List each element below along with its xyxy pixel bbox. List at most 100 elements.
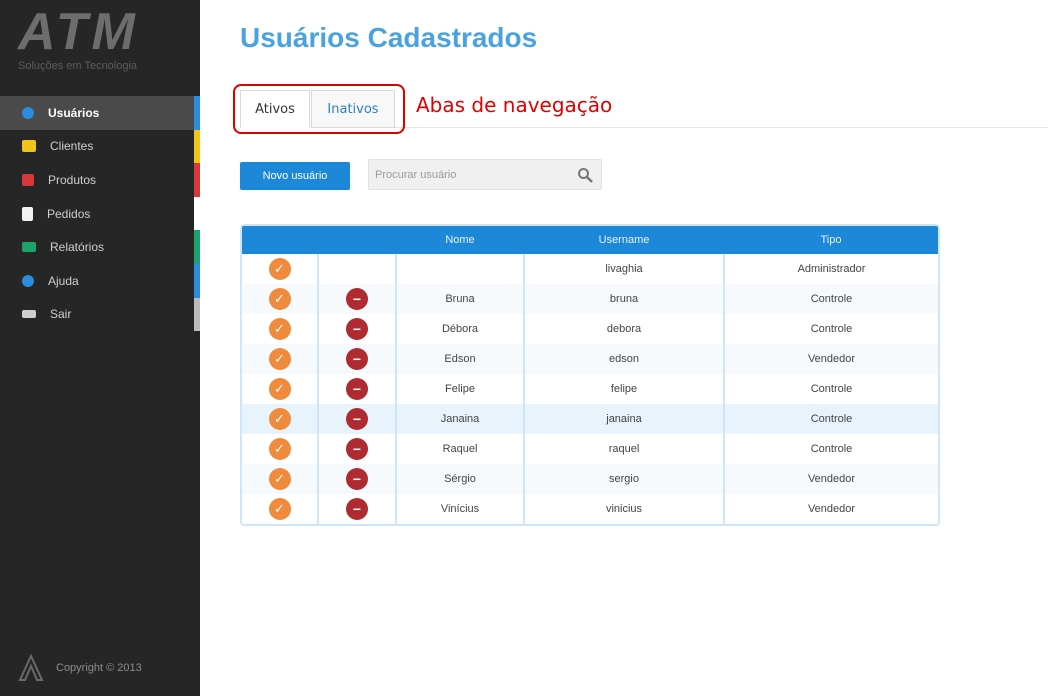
cell-username: bruna [523,284,724,314]
cell-nome: Débora [395,314,524,344]
table-row: ✓ − Raquel raquel Controle [242,434,938,464]
table-row: ✓ − Felipe felipe Controle [242,374,938,404]
chart-icon [22,242,36,253]
sidebar-item-label: Sair [50,307,72,322]
cell-username: edson [523,344,724,374]
remove-cell [317,254,396,284]
remove-icon[interactable]: − [346,498,368,520]
cell-tipo: Vendedor [723,494,938,524]
edit-icon[interactable]: ✓ [268,408,291,430]
remove-icon[interactable]: − [346,468,368,490]
edit-cell: ✓ [242,374,318,404]
cell-nome: Raquel [395,434,524,464]
sidebar-item-ajuda[interactable]: Ajuda [0,263,200,298]
edit-icon[interactable]: ✓ [268,468,291,490]
cell-tipo: Controle [723,284,938,314]
copyright-text: Copyright © 2013 [56,662,142,674]
search-input[interactable] [369,160,559,189]
remove-cell: − [317,314,396,344]
edit-icon[interactable]: ✓ [268,258,291,280]
sidebar-item-clientes[interactable]: Clientes [0,129,200,164]
edit-icon[interactable]: ✓ [268,288,291,310]
cell-username: vinicius [523,494,724,524]
sidebar-item-produtos[interactable]: Produtos [0,163,200,197]
cell-nome: Vinícius [395,494,524,524]
brand-small-icon [18,654,44,681]
edit-icon[interactable]: ✓ [268,348,291,370]
edit-cell: ✓ [242,494,318,524]
new-user-button[interactable]: Novo usuário [240,162,350,190]
cell-nome: Bruna [395,284,524,314]
remove-icon[interactable]: − [346,318,368,340]
sidebar-item-label: Pedidos [47,206,91,221]
cell-tipo: Vendedor [723,344,938,374]
remove-cell: − [317,434,396,464]
cell-nome: Janaina [395,404,524,434]
remove-icon[interactable]: − [346,288,368,310]
search-box [368,159,602,190]
table-row: ✓ − Sérgio sergio Vendedor [242,464,938,494]
remove-cell: − [317,374,396,404]
cell-tipo: Controle [723,434,938,464]
edit-icon[interactable]: ✓ [268,438,291,460]
sidebar-item-strip [194,163,200,197]
remove-icon[interactable]: − [346,348,368,370]
cell-tipo: Controle [723,404,938,434]
sidebar: ATM Soluções em Tecnologia Usuários Clie… [0,0,200,696]
remove-cell: − [317,404,396,434]
cell-nome [395,254,524,284]
table-header-row: Nome Username Tipo [242,226,938,254]
table-row: ✓ − Bruna bruna Controle [242,284,938,314]
sidebar-item-label: Ajuda [48,273,79,288]
remove-icon[interactable]: − [346,408,368,430]
sidebar-item-strip [194,96,200,130]
brand-subtitle: Soluções em Tecnologia [18,60,138,72]
header-username[interactable]: Username [524,226,724,254]
sidebar-item-sair[interactable]: Sair [0,297,200,332]
header-remove [318,226,396,254]
cell-nome: Felipe [395,374,524,404]
cell-username: sergio [523,464,724,494]
header-tipo[interactable]: Tipo [724,226,938,254]
sidebar-nav: Usuários Clientes Produtos Pedidos Relat… [0,96,200,332]
remove-cell: − [317,344,396,374]
brand-mark: ATM [18,3,139,61]
remove-cell: − [317,284,396,314]
sidebar-item-usuarios[interactable]: Usuários [0,96,200,130]
remove-icon[interactable]: − [346,438,368,460]
edit-cell: ✓ [242,404,318,434]
remove-icon[interactable]: − [346,378,368,400]
table-row: ✓ − Janaina janaina Controle [242,404,938,434]
edit-cell: ✓ [242,464,318,494]
sidebar-item-label: Usuários [48,105,100,120]
search-icon[interactable] [577,167,593,183]
remove-cell: − [317,494,396,524]
cell-username: livaghia [523,254,724,284]
sidebar-item-strip [194,263,200,298]
sidebar-item-strip [194,129,200,164]
sidebar-item-relatorios[interactable]: Relatórios [0,230,200,264]
cell-username: felipe [523,374,724,404]
document-icon [22,206,33,221]
cell-username: janaina [523,404,724,434]
cell-tipo: Vendedor [723,464,938,494]
edit-cell: ✓ [242,254,318,284]
sidebar-item-strip [194,196,200,231]
sidebar-item-strip [194,297,200,332]
header-nome[interactable]: Nome [396,226,524,254]
sidebar-item-pedidos[interactable]: Pedidos [0,196,200,231]
edit-icon[interactable]: ✓ [268,378,291,400]
brand-logo[interactable]: ATM Soluções em Tecnologia [18,6,182,78]
edit-cell: ✓ [242,314,318,344]
edit-icon[interactable]: ✓ [268,318,291,340]
copyright: Copyright © 2013 [18,654,142,682]
header-edit [242,226,318,254]
edit-cell: ✓ [242,434,318,464]
remove-cell: − [317,464,396,494]
edit-cell: ✓ [242,284,318,314]
edit-icon[interactable]: ✓ [268,498,291,520]
sidebar-item-strip [194,230,200,264]
cell-tipo: Administrador [723,254,938,284]
sidebar-item-label: Clientes [50,139,94,154]
users-table: Nome Username Tipo ✓ livaghia Administrado… [240,224,940,526]
